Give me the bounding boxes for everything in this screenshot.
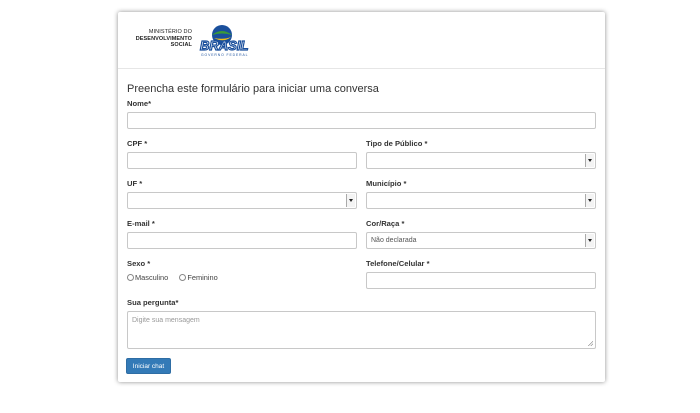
sexo-label: Sexo * [127,259,151,268]
tipo-publico-label: Tipo de Público * [366,139,428,148]
header: MINISTÉRIO DO DESENVOLVIMENTO SOCIAL BRA… [118,12,605,69]
ministry-logo-text: MINISTÉRIO DO DESENVOLVIMENTO SOCIAL [132,29,192,49]
ministry-line-3: SOCIAL [170,42,192,48]
radio-masculino[interactable]: Masculino [127,273,168,282]
iniciar-chat-button[interactable]: Iniciar chat [126,358,171,374]
cor-raca-label: Cor/Raça * [366,219,405,228]
municipio-select[interactable] [366,192,596,209]
chevron-down-icon [585,154,594,167]
radio-feminino[interactable]: Feminino [179,273,218,282]
radio-circle-icon[interactable] [127,274,134,281]
radio-masculino-label: Masculino [135,273,169,282]
chevron-down-icon [585,234,594,247]
pergunta-placeholder: Digite sua mensagem [132,317,200,324]
chevron-down-icon [585,194,594,207]
uf-label: UF * [127,179,143,188]
logo-subtext: GOVERNO FEDERAL [201,53,248,57]
telefone-label: Telefone/Celular * [366,259,430,268]
pergunta-textarea[interactable]: Digite sua mensagem [127,311,596,349]
telefone-input[interactable] [366,272,596,289]
uf-select[interactable] [127,192,357,209]
resize-grip-icon[interactable] [588,341,593,346]
chevron-down-icon [346,194,355,207]
tipo-publico-select[interactable] [366,152,596,169]
brasil-logo: BRASIL GOVERNO FEDERAL [199,25,249,57]
nome-input[interactable] [127,112,596,129]
nome-label: Nome* [127,99,152,108]
cor-raca-select[interactable]: Não declarada [366,232,596,249]
chat-form-card: MINISTÉRIO DO DESENVOLVIMENTO SOCIAL BRA… [118,12,605,382]
sexo-radio-group: Masculino Feminino [127,273,227,283]
form-title: Preencha este formulário para iniciar um… [127,83,379,95]
pergunta-label: Sua pergunta* [127,298,179,307]
email-label: E-mail * [127,219,155,228]
cpf-input[interactable] [127,152,357,169]
radio-circle-icon[interactable] [179,274,187,281]
radio-feminino-label: Feminino [187,273,218,282]
logo-text: BRASIL [200,38,248,53]
cpf-label: CPF * [127,139,148,148]
municipio-label: Município * [366,179,407,188]
email-input[interactable] [127,232,357,249]
cor-raca-value: Não declarada [371,237,417,244]
